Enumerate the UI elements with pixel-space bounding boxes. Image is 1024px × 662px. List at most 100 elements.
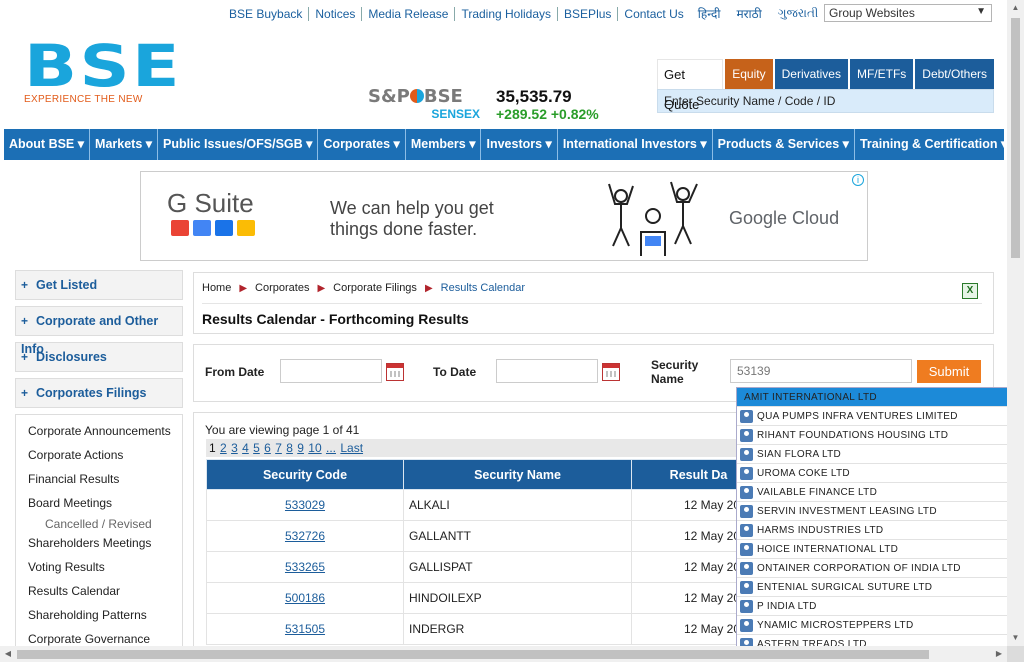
- from-date-input[interactable]: [280, 359, 382, 383]
- nav-public-issues[interactable]: Public Issues/OFS/SGB ▾: [158, 129, 319, 160]
- nav-corporates[interactable]: Corporates ▾: [318, 129, 406, 160]
- sidebar-head-corporate-info[interactable]: +Corporate and Other Info: [15, 306, 183, 356]
- breadcrumb-home[interactable]: Home: [202, 282, 231, 294]
- nav-markets[interactable]: Markets ▾: [90, 129, 159, 160]
- autocomplete-label: SIAN FLORA LTD: [757, 449, 842, 460]
- sidebar-head-disclosures[interactable]: + Disclosures: [15, 342, 183, 372]
- chevron-down-icon: ▼: [976, 6, 986, 17]
- company-icon: [740, 581, 753, 594]
- calendar-icon[interactable]: [602, 363, 620, 381]
- page-link[interactable]: 2: [220, 441, 227, 455]
- lang-hindi[interactable]: हिन्दी: [690, 5, 729, 22]
- security-code-link[interactable]: 531505: [206, 613, 404, 645]
- autocomplete-item[interactable]: RIHANT FOUNDATIONS HOUSING LTD: [737, 426, 1007, 445]
- tab-mf-etfs[interactable]: MF/ETFs: [849, 59, 914, 89]
- scroll-up-icon[interactable]: ▲: [1007, 0, 1024, 16]
- autocomplete-item[interactable]: UROMA COKE LTD: [737, 464, 1007, 483]
- security-code-link[interactable]: 500186: [206, 582, 404, 614]
- tab-equity[interactable]: Equity: [725, 59, 773, 89]
- link-contact-us[interactable]: Contact Us: [618, 7, 689, 21]
- sidebar-head-get-listed[interactable]: + Get Listed: [15, 270, 183, 300]
- sidebar-item-results-calendar[interactable]: Results Calendar: [16, 579, 182, 603]
- link-media-release[interactable]: Media Release: [362, 6, 456, 21]
- page-link[interactable]: 6: [264, 441, 271, 455]
- scroll-left-icon[interactable]: ◀: [0, 646, 16, 662]
- autocomplete-item[interactable]: ENTENIAL SURGICAL SUTURE LTD: [737, 578, 1007, 597]
- sidebar-item-corporate-actions[interactable]: Corporate Actions: [16, 443, 182, 467]
- sidebar-item-corporate-announcements[interactable]: Corporate Announcements: [16, 419, 182, 443]
- sidebar-item-cancelled-revised[interactable]: Cancelled / Revised: [16, 515, 182, 531]
- excel-download-icon[interactable]: X: [962, 283, 978, 299]
- horizontal-scrollbar[interactable]: ◀ ▶: [0, 646, 1007, 662]
- sidebar-head-corporates-filings[interactable]: + Corporates Filings: [15, 378, 183, 408]
- page-link[interactable]: 5: [253, 441, 260, 455]
- page-link[interactable]: 1: [209, 441, 216, 455]
- group-websites-select[interactable]: Group Websites ▼: [824, 4, 992, 22]
- company-icon: [740, 524, 753, 537]
- autocomplete-item[interactable]: QUA PUMPS INFRA VENTURES LIMITED: [737, 407, 1007, 426]
- link-bse-buyback[interactable]: BSE Buyback: [229, 6, 310, 21]
- sidebar-item-voting-results[interactable]: Voting Results: [16, 555, 182, 579]
- plus-icon: +: [21, 278, 29, 292]
- autocomplete-item[interactable]: HOICE INTERNATIONAL LTD: [737, 540, 1007, 559]
- nav-training[interactable]: Training & Certification ▾: [855, 129, 1012, 160]
- autocomplete-item[interactable]: SIAN FLORA LTD: [737, 445, 1007, 464]
- page-link[interactable]: 7: [275, 441, 282, 455]
- page-link[interactable]: 3: [231, 441, 238, 455]
- ad-info-icon[interactable]: i: [852, 174, 864, 186]
- lang-marathi[interactable]: मराठी: [728, 5, 769, 22]
- nav-about-bse[interactable]: About BSE ▾: [4, 129, 91, 160]
- sidebar-item-board-meetings[interactable]: Board Meetings: [16, 491, 182, 515]
- nav-investors[interactable]: Investors ▾: [481, 129, 558, 160]
- breadcrumb-arrow-icon: ▶: [317, 282, 326, 294]
- security-name-input[interactable]: 53139: [730, 359, 912, 383]
- page-link-more[interactable]: ...: [326, 441, 336, 455]
- scrollbar-thumb[interactable]: [17, 650, 929, 659]
- ad-banner[interactable]: G Suite We can help you get things done …: [140, 171, 868, 261]
- page-link[interactable]: 4: [242, 441, 249, 455]
- autocomplete-item[interactable]: YNAMIC MICROSTEPPERS LTD: [737, 616, 1007, 635]
- security-code-link[interactable]: 532726: [206, 520, 404, 552]
- security-code-link[interactable]: 533029: [206, 489, 404, 521]
- breadcrumb-corporates[interactable]: Corporates: [255, 282, 309, 294]
- link-notices[interactable]: Notices: [309, 6, 363, 21]
- scroll-right-icon[interactable]: ▶: [991, 646, 1007, 662]
- submit-button[interactable]: Submit: [917, 360, 981, 383]
- scroll-down-icon[interactable]: ▼: [1007, 630, 1024, 646]
- sidebar-item-shareholders-meetings[interactable]: Shareholders Meetings: [16, 531, 182, 555]
- nav-products-services[interactable]: Products & Services ▾: [713, 129, 855, 160]
- bse-logo[interactable]: BSE EXPERIENCE THE NEW: [24, 37, 180, 105]
- quote-search-input[interactable]: Enter Security Name / Code / ID: [657, 89, 994, 113]
- breadcrumb-arrow-icon: ▶: [424, 282, 433, 294]
- breadcrumb-corporate-filings[interactable]: Corporate Filings: [333, 282, 417, 294]
- vertical-scrollbar[interactable]: ▲ ▼: [1007, 0, 1024, 646]
- autocomplete-item[interactable]: ONTAINER CORPORATION OF INDIA LTD: [737, 559, 1007, 578]
- autocomplete-item[interactable]: VAILABLE FINANCE LTD: [737, 483, 1007, 502]
- company-icon: [740, 410, 753, 423]
- nav-international-investors[interactable]: International Investors ▾: [558, 129, 713, 160]
- page-link[interactable]: 8: [286, 441, 293, 455]
- col-security-name[interactable]: Security Name: [403, 459, 632, 490]
- sidebar-item-shareholding-patterns[interactable]: Shareholding Patterns: [16, 603, 182, 627]
- autocomplete-item[interactable]: AMIT INTERNATIONAL LTD: [737, 388, 1007, 407]
- link-bseplus[interactable]: BSEPlus: [558, 6, 619, 21]
- security-code-link[interactable]: 533265: [206, 551, 404, 583]
- page-link[interactable]: 10: [308, 441, 321, 455]
- to-date-input[interactable]: [496, 359, 598, 383]
- sensex-widget[interactable]: S&P BSE SENSEX 35,535.79 +289.52 +0.82%: [368, 87, 599, 123]
- tab-derivatives[interactable]: Derivatives: [774, 59, 848, 89]
- autocomplete-item[interactable]: P INDIA LTD: [737, 597, 1007, 616]
- autocomplete-item[interactable]: HARMS INDUSTRIES LTD: [737, 521, 1007, 540]
- page-link-last[interactable]: Last: [340, 441, 363, 455]
- calendar-icon[interactable]: [386, 363, 404, 381]
- tab-get-quote[interactable]: Get Quote: [657, 59, 724, 112]
- page-link[interactable]: 9: [297, 441, 304, 455]
- tab-debt-others[interactable]: Debt/Others: [915, 59, 994, 89]
- col-security-code[interactable]: Security Code: [206, 459, 404, 490]
- scrollbar-thumb[interactable]: [1011, 18, 1020, 258]
- lang-gujarati[interactable]: ગુજરાતી: [770, 6, 827, 21]
- autocomplete-item[interactable]: SERVIN INVESTMENT LEASING LTD: [737, 502, 1007, 521]
- sidebar-item-financial-results[interactable]: Financial Results: [16, 467, 182, 491]
- link-trading-holidays[interactable]: Trading Holidays: [455, 6, 559, 21]
- nav-members[interactable]: Members ▾: [406, 129, 482, 160]
